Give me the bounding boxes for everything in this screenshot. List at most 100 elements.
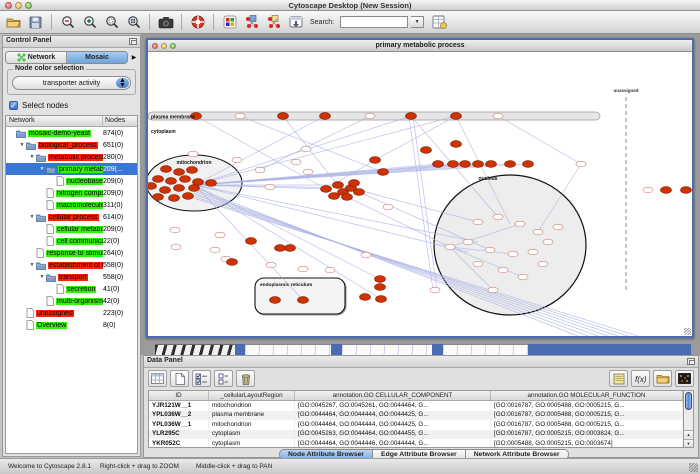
attribute-editor-button[interactable] [609,370,628,387]
node-selected[interactable] [321,186,332,193]
node-unselected[interactable] [188,151,198,157]
network-import-button[interactable] [242,13,261,31]
tree-row[interactable]: cell communicat22(0) [6,235,137,247]
vizmapper-button[interactable] [430,13,449,31]
new-attribute-button[interactable] [170,370,189,387]
node-selected[interactable] [681,187,692,194]
node-selected[interactable] [180,176,191,183]
node-selected[interactable] [278,113,289,120]
node-selected[interactable] [153,176,164,183]
float-panel-icon[interactable] [687,358,695,365]
node-selected[interactable] [349,180,360,187]
node-unselected[interactable] [576,161,586,167]
select-attributes-button[interactable] [148,370,167,387]
node-unselected[interactable] [215,232,225,238]
tab-network[interactable]: Network [6,52,66,63]
table-row[interactable]: YPL036W__1mitochondrion[GO:0044464, GO:0… [149,420,683,430]
tree-row[interactable]: Overview8(0) [6,319,137,331]
node-selected[interactable] [360,294,371,301]
tree-row[interactable]: ▼establishment of lo558(0) [6,259,137,271]
node-unselected[interactable] [235,113,245,119]
color-attribute-select[interactable]: transporter activity ▲▼ [12,76,131,90]
background-window-fragment[interactable] [443,344,528,355]
import-attributes-button[interactable] [653,370,672,387]
node-selected[interactable] [354,189,365,196]
node-selected[interactable] [148,183,157,190]
node-selected[interactable] [298,297,309,304]
tree-col-network[interactable]: Network [6,116,103,126]
node-selected[interactable] [421,147,432,154]
table-row[interactable]: YJR121W__1mitochondrion[GO:0045267, GO:0… [149,401,683,411]
node-unselected[interactable] [361,252,371,258]
zoom-in-button[interactable] [80,13,99,31]
expander-icon[interactable]: ▼ [38,166,46,172]
node-selected[interactable] [376,296,387,303]
node-selected[interactable] [227,259,238,266]
node-unselected[interactable] [518,274,528,280]
node-unselected[interactable] [463,239,473,245]
col-id[interactable]: ID [149,391,209,400]
network-canvas[interactable]: plasma membrane cytoplasm mitochondrion … [148,52,692,336]
node-unselected[interactable] [255,167,265,173]
node-selected[interactable] [523,161,534,168]
node-unselected[interactable] [543,239,553,245]
node-selected[interactable] [370,157,381,164]
tree-row[interactable]: nucleobase-209(0) [6,175,137,187]
delete-attribute-button[interactable] [236,370,255,387]
node-selected[interactable] [661,187,672,194]
node-unselected[interactable] [210,247,220,253]
expander-icon[interactable]: ▼ [38,274,46,280]
node-selected[interactable] [160,187,171,194]
node-unselected[interactable] [498,267,508,273]
node-unselected[interactable] [171,244,181,250]
node-unselected[interactable] [493,113,503,119]
expander-icon[interactable]: ▼ [28,154,36,160]
node-unselected[interactable] [508,251,518,257]
tree-row[interactable]: cellular metabo209(0) [6,223,137,235]
node-unselected[interactable] [383,204,393,210]
tab-overflow-arrow[interactable]: ▶ [128,54,138,61]
edge[interactable] [375,116,456,160]
node-selected[interactable] [285,245,296,252]
node-unselected[interactable] [493,214,503,220]
node-unselected[interactable] [232,157,242,163]
expander-icon[interactable]: ▼ [28,214,36,220]
node-selected[interactable] [486,161,497,168]
node-unselected[interactable] [538,261,548,267]
node-selected[interactable] [329,193,340,200]
node-selected[interactable] [174,169,185,176]
background-window-fragment[interactable] [245,344,331,355]
tree-row[interactable]: secretion41(0) [6,283,137,295]
scrollbar-thumb[interactable] [685,392,692,410]
node-unselected[interactable] [430,287,440,293]
table-scrollbar[interactable]: ▲ ▼ [683,390,694,448]
node-selected[interactable] [375,276,386,283]
scroll-up-button[interactable]: ▲ [684,430,693,438]
node-selected[interactable] [433,161,444,168]
node-selected[interactable] [378,169,389,176]
browser-window-button[interactable] [286,13,305,31]
snapshot-button[interactable] [156,13,175,31]
node-unselected[interactable] [488,287,498,293]
expander-icon[interactable]: ▼ [18,142,26,148]
tree-row[interactable]: nitrogen compo209(0) [6,187,137,199]
network-new-button[interactable] [264,13,283,31]
node-unselected[interactable] [325,267,335,273]
node-unselected[interactable] [528,249,538,255]
node-selected[interactable] [406,113,417,120]
node-selected[interactable] [375,284,386,291]
zoom-out-button[interactable] [58,13,77,31]
node-selected[interactable] [473,161,484,168]
zoom-fit-button[interactable] [124,13,143,31]
node-selected[interactable] [187,167,198,174]
float-panel-icon[interactable] [129,38,137,45]
edge[interactable] [409,116,433,290]
background-window-fragment[interactable] [342,344,432,355]
node-selected[interactable] [448,161,459,168]
col-cellular-component[interactable]: annotation.GO CELLULAR_COMPONENT [295,391,491,400]
node-selected[interactable] [189,185,200,192]
tree-row[interactable]: ▼metabolic process280(0) [6,151,137,163]
node-unselected[interactable] [265,184,275,190]
open-session-button[interactable] [4,13,23,31]
table-row[interactable]: YLR295Ccytoplasm[GO:0045263, GO:0044464,… [149,430,683,440]
